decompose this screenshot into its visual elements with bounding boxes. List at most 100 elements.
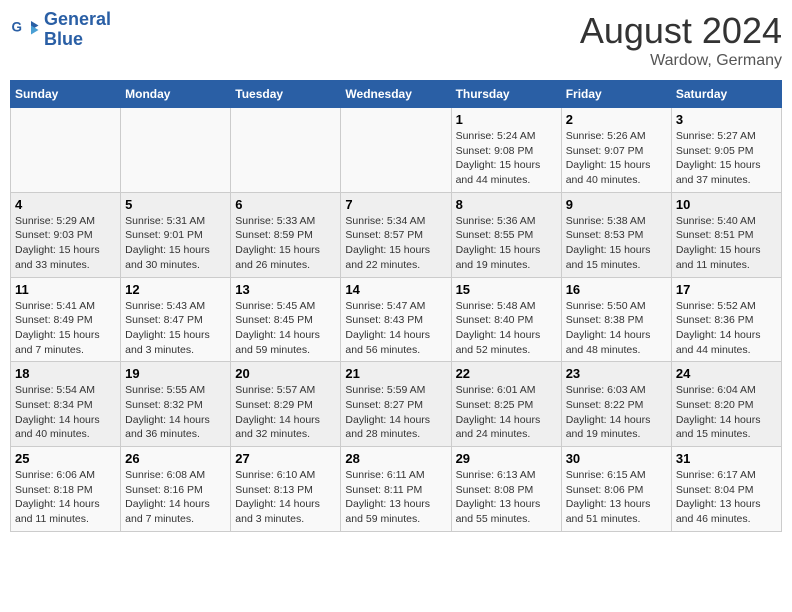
day-number: 11 <box>15 282 116 297</box>
calendar-day-cell: 16 Sunrise: 5:50 AM Sunset: 8:38 PM Dayli… <box>561 277 671 362</box>
day-number: 14 <box>345 282 446 297</box>
calendar-day-cell: 7 Sunrise: 5:34 AM Sunset: 8:57 PM Daylig… <box>341 192 451 277</box>
day-number: 2 <box>566 112 667 127</box>
day-info: Sunrise: 5:27 AM Sunset: 9:05 PM Dayligh… <box>676 129 777 188</box>
calendar-day-cell: 25 Sunrise: 6:06 AM Sunset: 8:18 PM Dayli… <box>11 447 121 532</box>
day-number: 29 <box>456 451 557 466</box>
logo-icon: G <box>10 15 40 45</box>
day-info: Sunrise: 5:50 AM Sunset: 8:38 PM Dayligh… <box>566 299 667 358</box>
calendar-day-cell: 23 Sunrise: 6:03 AM Sunset: 8:22 PM Dayli… <box>561 362 671 447</box>
weekday-row: SundayMondayTuesdayWednesdayThursdayFrid… <box>11 81 782 108</box>
calendar-day-cell: 12Sunrise: 5:43 AM Sunset: 8:47 PM Dayli… <box>121 277 231 362</box>
calendar-week-row: 25 Sunrise: 6:06 AM Sunset: 8:18 PM Dayli… <box>11 447 782 532</box>
svg-text:G: G <box>12 19 23 34</box>
calendar-day-cell <box>341 108 451 193</box>
day-info: Sunrise: 6:08 AM Sunset: 8:16 PM Dayligh… <box>125 468 226 527</box>
day-number: 9 <box>566 197 667 212</box>
weekday-header: Sunday <box>11 81 121 108</box>
calendar-day-cell: 15Sunrise: 5:48 AM Sunset: 8:40 PM Dayli… <box>451 277 561 362</box>
day-info: Sunrise: 5:38 AM Sunset: 8:53 PM Dayligh… <box>566 214 667 273</box>
calendar-day-cell: 11 Sunrise: 5:41 AM Sunset: 8:49 PM Dayli… <box>11 277 121 362</box>
month-year-title: August 2024 <box>580 10 782 52</box>
day-number: 23 <box>566 366 667 381</box>
day-info: Sunrise: 5:57 AM Sunset: 8:29 PM Dayligh… <box>235 383 336 442</box>
calendar-day-cell <box>231 108 341 193</box>
day-number: 25 <box>15 451 116 466</box>
calendar-header: SundayMondayTuesdayWednesdayThursdayFrid… <box>11 81 782 108</box>
calendar-day-cell: 31 Sunrise: 6:17 AM Sunset: 8:04 PM Dayli… <box>671 447 781 532</box>
day-info: Sunrise: 5:59 AM Sunset: 8:27 PM Dayligh… <box>345 383 446 442</box>
day-number: 22 <box>456 366 557 381</box>
day-info: Sunrise: 5:47 AM Sunset: 8:43 PM Dayligh… <box>345 299 446 358</box>
day-info: Sunrise: 5:55 AM Sunset: 8:32 PM Dayligh… <box>125 383 226 442</box>
day-info: Sunrise: 6:03 AM Sunset: 8:22 PM Dayligh… <box>566 383 667 442</box>
day-info: Sunrise: 5:40 AM Sunset: 8:51 PM Dayligh… <box>676 214 777 273</box>
calendar-day-cell: 1 Sunrise: 5:24 AM Sunset: 9:08 PM Daylig… <box>451 108 561 193</box>
title-block: August 2024 Wardow, Germany <box>580 10 782 70</box>
calendar-day-cell: 2Sunrise: 5:26 AM Sunset: 9:07 PM Daylig… <box>561 108 671 193</box>
day-info: Sunrise: 5:24 AM Sunset: 9:08 PM Dayligh… <box>456 129 557 188</box>
calendar-day-cell: 28 Sunrise: 6:11 AM Sunset: 8:11 PM Dayli… <box>341 447 451 532</box>
calendar-day-cell: 29Sunrise: 6:13 AM Sunset: 8:08 PM Dayli… <box>451 447 561 532</box>
day-info: Sunrise: 6:11 AM Sunset: 8:11 PM Dayligh… <box>345 468 446 527</box>
calendar-day-cell: 18Sunrise: 5:54 AM Sunset: 8:34 PM Dayli… <box>11 362 121 447</box>
day-number: 3 <box>676 112 777 127</box>
logo-line2: Blue <box>44 30 111 50</box>
day-info: Sunrise: 5:43 AM Sunset: 8:47 PM Dayligh… <box>125 299 226 358</box>
day-number: 19 <box>125 366 226 381</box>
calendar-week-row: 11 Sunrise: 5:41 AM Sunset: 8:49 PM Dayli… <box>11 277 782 362</box>
calendar-day-cell: 6 Sunrise: 5:33 AM Sunset: 8:59 PM Daylig… <box>231 192 341 277</box>
day-info: Sunrise: 5:34 AM Sunset: 8:57 PM Dayligh… <box>345 214 446 273</box>
calendar-day-cell: 4 Sunrise: 5:29 AM Sunset: 9:03 PM Daylig… <box>11 192 121 277</box>
calendar-day-cell <box>121 108 231 193</box>
logo-text: General Blue <box>44 10 111 50</box>
day-info: Sunrise: 5:52 AM Sunset: 8:36 PM Dayligh… <box>676 299 777 358</box>
logo: G General Blue <box>10 10 111 50</box>
day-info: Sunrise: 5:33 AM Sunset: 8:59 PM Dayligh… <box>235 214 336 273</box>
calendar-day-cell: 26 Sunrise: 6:08 AM Sunset: 8:16 PM Dayli… <box>121 447 231 532</box>
day-info: Sunrise: 5:54 AM Sunset: 8:34 PM Dayligh… <box>15 383 116 442</box>
calendar-week-row: 4 Sunrise: 5:29 AM Sunset: 9:03 PM Daylig… <box>11 192 782 277</box>
day-info: Sunrise: 6:06 AM Sunset: 8:18 PM Dayligh… <box>15 468 116 527</box>
calendar-day-cell: 3 Sunrise: 5:27 AM Sunset: 9:05 PM Daylig… <box>671 108 781 193</box>
day-number: 28 <box>345 451 446 466</box>
day-number: 10 <box>676 197 777 212</box>
day-number: 13 <box>235 282 336 297</box>
day-info: Sunrise: 5:36 AM Sunset: 8:55 PM Dayligh… <box>456 214 557 273</box>
day-number: 6 <box>235 197 336 212</box>
day-number: 20 <box>235 366 336 381</box>
day-number: 8 <box>456 197 557 212</box>
weekday-header: Tuesday <box>231 81 341 108</box>
day-number: 5 <box>125 197 226 212</box>
calendar-day-cell: 8 Sunrise: 5:36 AM Sunset: 8:55 PM Daylig… <box>451 192 561 277</box>
day-info: Sunrise: 6:10 AM Sunset: 8:13 PM Dayligh… <box>235 468 336 527</box>
calendar-day-cell: 19 Sunrise: 5:55 AM Sunset: 8:32 PM Dayli… <box>121 362 231 447</box>
page-header: G General Blue August 2024 Wardow, Germa… <box>10 10 782 70</box>
day-info: Sunrise: 6:04 AM Sunset: 8:20 PM Dayligh… <box>676 383 777 442</box>
day-number: 4 <box>15 197 116 212</box>
day-info: Sunrise: 5:45 AM Sunset: 8:45 PM Dayligh… <box>235 299 336 358</box>
day-info: Sunrise: 6:15 AM Sunset: 8:06 PM Dayligh… <box>566 468 667 527</box>
calendar-day-cell: 20 Sunrise: 5:57 AM Sunset: 8:29 PM Dayli… <box>231 362 341 447</box>
day-number: 21 <box>345 366 446 381</box>
day-number: 26 <box>125 451 226 466</box>
weekday-header: Saturday <box>671 81 781 108</box>
day-number: 1 <box>456 112 557 127</box>
calendar-day-cell <box>11 108 121 193</box>
calendar-week-row: 18Sunrise: 5:54 AM Sunset: 8:34 PM Dayli… <box>11 362 782 447</box>
calendar-body: 1 Sunrise: 5:24 AM Sunset: 9:08 PM Daylig… <box>11 108 782 532</box>
day-info: Sunrise: 5:41 AM Sunset: 8:49 PM Dayligh… <box>15 299 116 358</box>
day-number: 27 <box>235 451 336 466</box>
weekday-header: Friday <box>561 81 671 108</box>
day-info: Sunrise: 6:17 AM Sunset: 8:04 PM Dayligh… <box>676 468 777 527</box>
day-number: 16 <box>566 282 667 297</box>
day-info: Sunrise: 5:31 AM Sunset: 9:01 PM Dayligh… <box>125 214 226 273</box>
calendar-week-row: 1 Sunrise: 5:24 AM Sunset: 9:08 PM Daylig… <box>11 108 782 193</box>
day-number: 7 <box>345 197 446 212</box>
day-info: Sunrise: 5:29 AM Sunset: 9:03 PM Dayligh… <box>15 214 116 273</box>
calendar-day-cell: 10 Sunrise: 5:40 AM Sunset: 8:51 PM Dayli… <box>671 192 781 277</box>
logo-line1: General <box>44 10 111 30</box>
weekday-header: Monday <box>121 81 231 108</box>
calendar-day-cell: 21 Sunrise: 5:59 AM Sunset: 8:27 PM Dayli… <box>341 362 451 447</box>
day-number: 31 <box>676 451 777 466</box>
